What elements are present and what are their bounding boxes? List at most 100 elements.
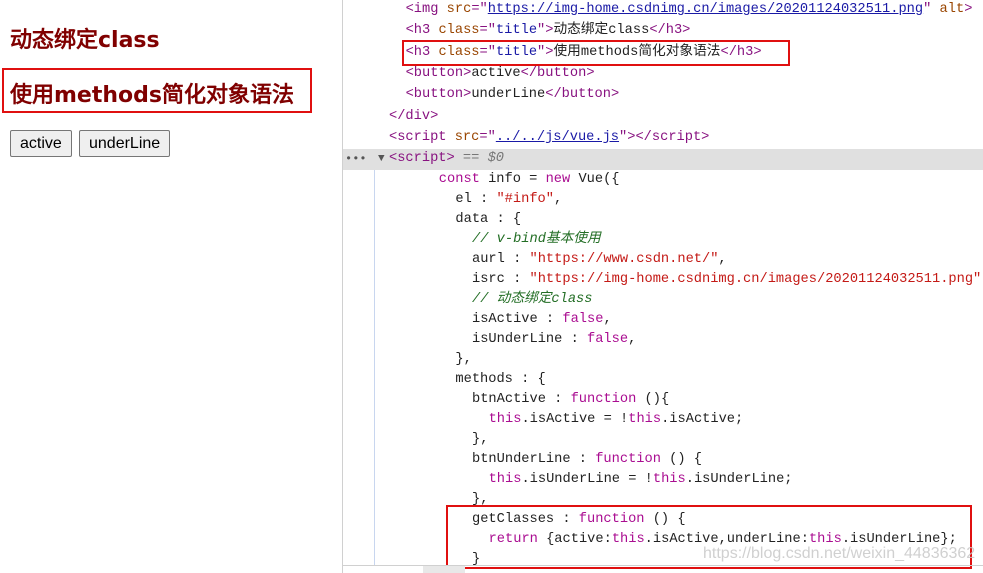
script-code-line[interactable]: // v-bind基本使用 bbox=[472, 230, 601, 250]
horizontal-scrollbar[interactable] bbox=[423, 566, 465, 573]
code-token: }, bbox=[472, 432, 489, 447]
code-token: el : bbox=[455, 192, 497, 207]
script-code-line[interactable]: this.isUnderLine = !this.isUnderLine; bbox=[489, 470, 793, 490]
code-token: </button> bbox=[520, 65, 595, 81]
code-token: methods : { bbox=[455, 372, 546, 387]
dom-node-line[interactable]: <button>active</button> bbox=[406, 64, 595, 84]
indent-guide bbox=[374, 170, 375, 565]
code-token: </button> bbox=[545, 87, 620, 103]
code-token: > bbox=[964, 2, 973, 17]
script-code-line[interactable]: this.isActive = !this.isActive; bbox=[489, 410, 744, 430]
script-code-line[interactable]: // 动态绑定class bbox=[472, 290, 592, 310]
script-code-line[interactable]: isUnderLine : false, bbox=[472, 330, 636, 350]
dom-node-line[interactable]: </div> bbox=[389, 107, 438, 127]
active-button[interactable]: active bbox=[10, 130, 72, 157]
code-token: false bbox=[562, 312, 604, 327]
code-token: <button> bbox=[405, 65, 472, 81]
code-token: btnUnderLine : bbox=[472, 452, 596, 467]
script-code-line[interactable]: aurl : "https://www.csdn.net/", bbox=[472, 250, 727, 270]
code-token: false bbox=[587, 332, 629, 347]
code-token: <script bbox=[389, 129, 455, 145]
code-token: "https://www.csdn.net/" bbox=[529, 252, 719, 267]
code-token: // 动态绑定class bbox=[472, 292, 593, 307]
script-code-line[interactable]: isrc : "https://img-home.csdnimg.cn/imag… bbox=[472, 270, 981, 290]
code-token: $0 bbox=[487, 151, 505, 167]
code-token: btnActive : bbox=[472, 392, 571, 407]
code-token: aurl : bbox=[472, 252, 530, 267]
code-token: class bbox=[438, 23, 480, 39]
code-token: .isActive = ! bbox=[521, 412, 629, 427]
code-token: "> bbox=[537, 23, 554, 39]
code-token[interactable]: ../../js/vue.js bbox=[496, 130, 619, 145]
node-actions-ellipsis-icon[interactable]: ••• bbox=[345, 149, 367, 170]
dom-node-line[interactable]: <script> == $0 bbox=[389, 149, 504, 169]
code-token: <h3 bbox=[405, 23, 439, 39]
code-token: title bbox=[495, 23, 538, 39]
code-token: function bbox=[570, 392, 645, 407]
script-code-line[interactable]: el : "#info", bbox=[455, 190, 562, 210]
code-token: 动态绑定class bbox=[553, 23, 650, 39]
code-token: =" bbox=[479, 129, 496, 145]
code-token[interactable]: https://img-home.csdnimg.cn/images/20201… bbox=[488, 2, 923, 17]
code-token: isActive : bbox=[472, 312, 563, 327]
code-token: () { bbox=[669, 452, 703, 467]
code-token: </div> bbox=[389, 108, 439, 124]
script-code-line[interactable]: btnUnderLine : function () { bbox=[472, 450, 702, 470]
code-token: , bbox=[553, 192, 563, 207]
code-token: this bbox=[488, 472, 522, 487]
code-token: "></script> bbox=[619, 129, 710, 145]
script-code-line[interactable]: methods : { bbox=[455, 370, 545, 390]
code-token: .isActive; bbox=[661, 412, 744, 427]
code-token: .isUnderLine = ! bbox=[521, 472, 653, 487]
code-token: const bbox=[438, 172, 489, 187]
code-token: =" bbox=[479, 23, 496, 39]
code-token: isUnderLine : bbox=[472, 332, 587, 347]
code-token: <script> bbox=[389, 151, 455, 167]
code-token: underLine bbox=[471, 87, 546, 103]
highlight-box-h3 bbox=[402, 40, 790, 66]
code-token: this bbox=[652, 472, 686, 487]
page-preview: 动态绑定class 使用methods简化对象语法 active underLi… bbox=[0, 0, 343, 573]
code-token: == bbox=[454, 151, 488, 167]
code-token: "https://img-home.csdnimg.cn/images/2020… bbox=[529, 272, 982, 287]
heading-dynamic-class: 动态绑定class bbox=[10, 28, 160, 53]
code-token: </h3> bbox=[649, 23, 691, 39]
code-token: active bbox=[471, 65, 521, 81]
code-token: src bbox=[446, 2, 472, 17]
code-token: <button> bbox=[405, 87, 472, 103]
code-token: new bbox=[545, 172, 579, 187]
script-code-line[interactable]: data : { bbox=[455, 210, 521, 230]
code-token: isrc : bbox=[472, 272, 530, 287]
script-code-line[interactable]: btnActive : function (){ bbox=[472, 390, 669, 410]
code-token: // v-bind基本使用 bbox=[472, 232, 601, 247]
dom-node-line[interactable]: <h3 class="title">动态绑定class</h3> bbox=[406, 21, 691, 41]
code-token: " bbox=[923, 2, 940, 17]
code-token: Vue({ bbox=[578, 172, 620, 187]
code-token: , bbox=[718, 252, 727, 267]
watermark: https://blog.csdn.net/weixin_44836362 bbox=[703, 545, 976, 562]
code-token: info = bbox=[488, 172, 546, 187]
code-token: "#info" bbox=[496, 192, 554, 207]
script-code-line[interactable]: isActive : false, bbox=[472, 310, 612, 330]
dom-node-line[interactable]: <button>underLine</button> bbox=[406, 85, 620, 105]
code-token: alt bbox=[939, 2, 965, 17]
code-token: function bbox=[595, 452, 670, 467]
code-token: data : { bbox=[455, 212, 522, 227]
code-token: this bbox=[488, 412, 522, 427]
code-token: , bbox=[603, 312, 612, 327]
script-code-line[interactable]: }, bbox=[472, 430, 488, 450]
code-token: (){ bbox=[644, 392, 670, 407]
underline-button[interactable]: underLine bbox=[79, 130, 171, 157]
script-code-line[interactable]: const info = new Vue({ bbox=[439, 170, 620, 190]
expand-triangle-icon[interactable]: ▼ bbox=[378, 149, 385, 170]
code-token: <img bbox=[405, 2, 447, 17]
dom-node-line[interactable]: <script src="../../js/vue.js"></script> bbox=[389, 128, 709, 148]
dom-node-line[interactable]: <img src="https://img-home.csdnimg.cn/im… bbox=[406, 0, 973, 20]
code-token: this bbox=[628, 412, 662, 427]
code-token: , bbox=[628, 332, 637, 347]
code-token: src bbox=[454, 129, 480, 145]
script-code-line[interactable]: }, bbox=[455, 350, 471, 370]
code-token: .isUnderLine; bbox=[685, 472, 793, 487]
highlight-box bbox=[2, 68, 312, 113]
devtools-elements-panel: ••• ▼ <img src="https://img-home.csdnimg… bbox=[343, 0, 983, 567]
